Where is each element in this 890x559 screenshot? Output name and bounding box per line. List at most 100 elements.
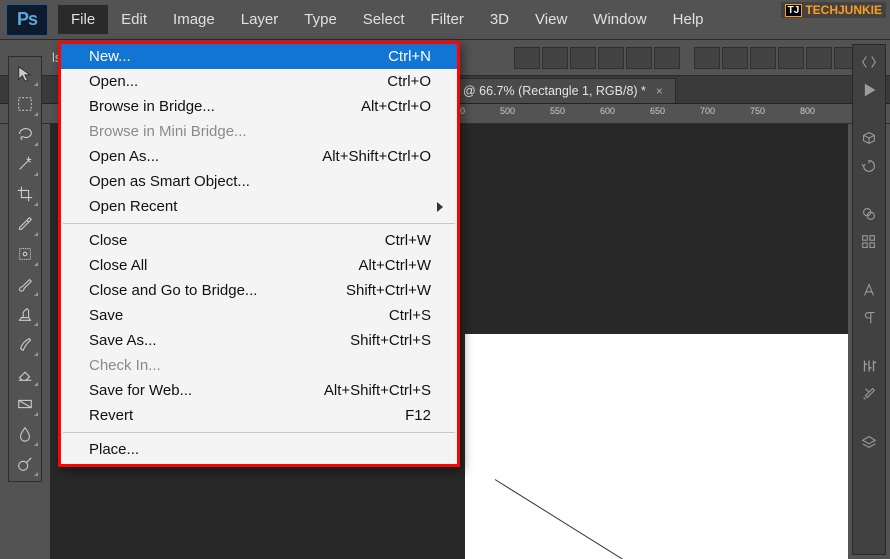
submenu-arrow-icon <box>437 202 443 212</box>
menu-item-open[interactable]: Open...Ctrl+O <box>61 69 457 94</box>
menu-item-label: Revert <box>89 407 133 424</box>
paragraph-panel-icon[interactable] <box>858 307 880 329</box>
align-bottom-icon[interactable] <box>654 47 680 69</box>
dodge-tool[interactable] <box>11 451 39 477</box>
align-top-icon[interactable] <box>598 47 624 69</box>
menu-item-open-recent[interactable]: Open Recent <box>61 194 457 219</box>
ruler-tick-800: 800 <box>800 106 815 116</box>
align-left-icon[interactable] <box>514 47 540 69</box>
menu-file[interactable]: File <box>58 5 108 34</box>
expand-panel-icon[interactable] <box>858 51 880 73</box>
menu-edit[interactable]: Edit <box>108 5 160 34</box>
menu-item-label: New... <box>89 48 131 65</box>
menu-view[interactable]: View <box>522 5 580 34</box>
menu-item-shortcut: Ctrl+S <box>389 307 431 324</box>
menu-item-label: Close All <box>89 257 147 274</box>
menu-item-save[interactable]: Save Ctrl+S <box>61 303 457 328</box>
distribute-1-icon[interactable] <box>694 47 720 69</box>
document-canvas[interactable] <box>465 334 848 559</box>
watermark: TJ TECHJUNKIE <box>781 2 886 18</box>
align-right-icon[interactable] <box>570 47 596 69</box>
swatches-panel-icon[interactable] <box>858 231 880 253</box>
distribute-2-icon[interactable] <box>722 47 748 69</box>
play-icon[interactable] <box>858 79 880 101</box>
distribute-5-icon[interactable] <box>806 47 832 69</box>
color-panel-icon[interactable] <box>858 203 880 225</box>
menu-item-label: Close and Go to Bridge... <box>89 282 257 299</box>
menu-3d[interactable]: 3D <box>477 5 522 34</box>
watermark-text: TECHJUNKIE <box>805 3 882 17</box>
move-tool[interactable] <box>11 61 39 87</box>
history-panel-icon[interactable] <box>858 155 880 177</box>
menu-separator <box>63 223 455 224</box>
close-tab-icon[interactable]: × <box>656 84 663 98</box>
menu-item-label: Browse in Bridge... <box>89 98 215 115</box>
eraser-tool[interactable] <box>11 361 39 387</box>
menu-item-shortcut: Ctrl+W <box>385 232 431 249</box>
menu-select[interactable]: Select <box>350 5 418 34</box>
menu-filter[interactable]: Filter <box>418 5 477 34</box>
menu-help[interactable]: Help <box>660 5 717 34</box>
distribute-3-icon[interactable] <box>750 47 776 69</box>
clone-stamp-tool[interactable] <box>11 301 39 327</box>
brush-tool[interactable] <box>11 271 39 297</box>
gradient-tool[interactable] <box>11 391 39 417</box>
file-menu-dropdown: New...Ctrl+NOpen...Ctrl+OBrowse in Bridg… <box>58 41 460 467</box>
menu-item-browse-in-bridge[interactable]: Browse in Bridge... Alt+Ctrl+O <box>61 94 457 119</box>
menu-image[interactable]: Image <box>160 5 228 34</box>
adjustments-panel-icon[interactable] <box>858 355 880 377</box>
menu-item-label: Save <box>89 307 123 324</box>
marquee-tool[interactable] <box>11 91 39 117</box>
3d-panel-icon[interactable] <box>858 127 880 149</box>
layers-panel-icon[interactable] <box>858 431 880 453</box>
align-center-icon[interactable] <box>542 47 568 69</box>
menu-item-shortcut: Alt+Ctrl+W <box>358 257 431 274</box>
character-panel-icon[interactable] <box>858 279 880 301</box>
menu-item-close[interactable]: Close Ctrl+W <box>61 228 457 253</box>
menu-item-place[interactable]: Place... <box>61 437 457 462</box>
menu-item-shortcut: F12 <box>405 407 431 424</box>
menu-item-close-all[interactable]: Close All Alt+Ctrl+W <box>61 253 457 278</box>
ruler-tick-750: 750 <box>750 106 765 116</box>
app-logo: Ps <box>6 4 48 36</box>
menu-item-close-and-go-to-bridge[interactable]: Close and Go to Bridge...Shift+Ctrl+W <box>61 278 457 303</box>
ruler-tick-700: 700 <box>700 106 715 116</box>
menu-item-shortcut: Alt+Shift+Ctrl+O <box>322 148 431 165</box>
menu-item-label: Open as Smart Object... <box>89 173 250 190</box>
menu-item-label: Close <box>89 232 127 249</box>
menu-item-shortcut: Alt+Shift+Ctrl+S <box>324 382 431 399</box>
ruler-tick-600: 600 <box>600 106 615 116</box>
document-tab[interactable]: @ 66.7% (Rectangle 1, RGB/8) * × <box>450 78 676 103</box>
menu-item-label: Browse in Mini Bridge... <box>89 123 247 140</box>
menu-window[interactable]: Window <box>580 5 659 34</box>
menu-bar: Ps FileEditImageLayerTypeSelectFilter3DV… <box>0 0 890 40</box>
align-middle-icon[interactable] <box>626 47 652 69</box>
eyedropper-tool[interactable] <box>11 211 39 237</box>
menu-item-label: Open Recent <box>89 198 177 215</box>
distribute-4-icon[interactable] <box>778 47 804 69</box>
blur-tool[interactable] <box>11 421 39 447</box>
ruler-tick-650: 650 <box>650 106 665 116</box>
menu-item-check-in: Check In... <box>61 353 457 378</box>
menu-item-shortcut: Shift+Ctrl+S <box>350 332 431 349</box>
menu-item-label: Check In... <box>89 357 161 374</box>
menu-item-revert[interactable]: Revert F12 <box>61 403 457 428</box>
healing-brush-tool[interactable] <box>11 241 39 267</box>
menu-item-new[interactable]: New...Ctrl+N <box>61 44 457 69</box>
menu-item-label: Save As... <box>89 332 157 349</box>
lasso-tool[interactable] <box>11 121 39 147</box>
menu-layer[interactable]: Layer <box>228 5 292 34</box>
watermark-logo: TJ <box>785 4 803 17</box>
menu-item-open-as[interactable]: Open As...Alt+Shift+Ctrl+O <box>61 144 457 169</box>
menu-item-open-as-smart-object[interactable]: Open as Smart Object... <box>61 169 457 194</box>
menu-type[interactable]: Type <box>291 5 350 34</box>
menu-separator <box>63 432 455 433</box>
styles-panel-icon[interactable] <box>858 383 880 405</box>
magic-wand-tool[interactable] <box>11 151 39 177</box>
menu-item-shortcut: Alt+Ctrl+O <box>361 98 431 115</box>
menu-item-save-for-web[interactable]: Save for Web...Alt+Shift+Ctrl+S <box>61 378 457 403</box>
crop-tool[interactable] <box>11 181 39 207</box>
history-brush-tool[interactable] <box>11 331 39 357</box>
menu-item-save-as[interactable]: Save As... Shift+Ctrl+S <box>61 328 457 353</box>
document-tab-title: @ 66.7% (Rectangle 1, RGB/8) * <box>463 84 646 98</box>
